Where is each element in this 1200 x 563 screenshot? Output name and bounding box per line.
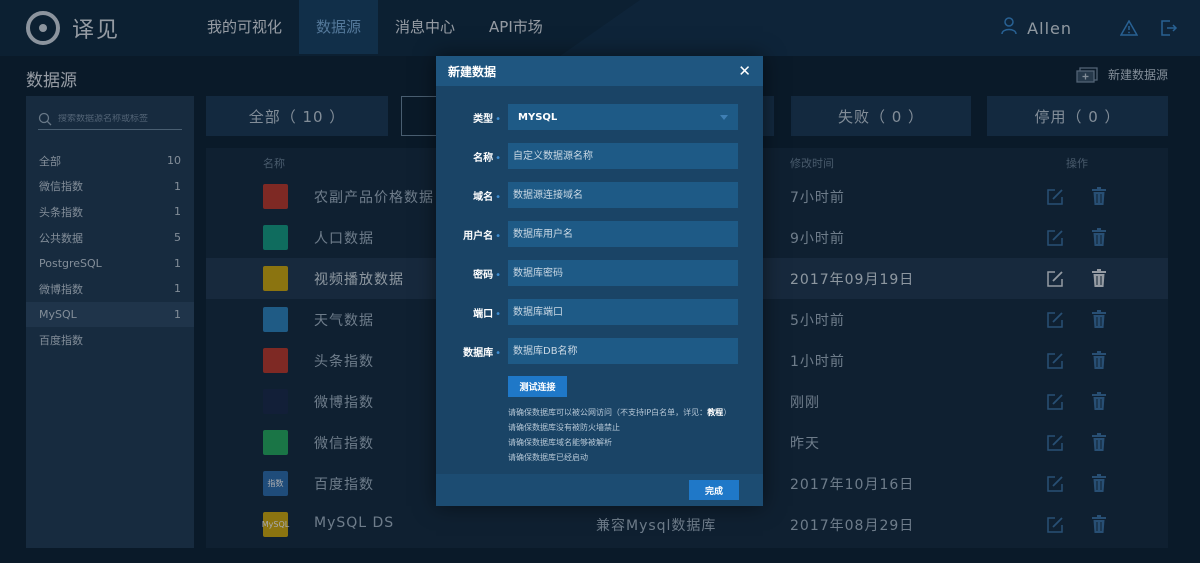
host-input[interactable] bbox=[508, 182, 738, 208]
form-label-username: 用户名 • bbox=[463, 231, 501, 242]
test-connection-button[interactable]: 测试连接 bbox=[508, 376, 567, 397]
database-input[interactable] bbox=[508, 338, 738, 364]
form-row-password: 密码 • bbox=[436, 260, 763, 286]
form-label-type: 类型 • bbox=[473, 114, 501, 125]
connection-tips: 请确保数据库可以被公网访问（不支持IP白名单，详见：教程） 请确保数据库没有被防… bbox=[508, 405, 731, 465]
modal-title: 新建数据 bbox=[448, 64, 497, 79]
form-row-port: 端口 • bbox=[436, 299, 763, 325]
form-row-username: 用户名 • bbox=[436, 221, 763, 247]
chevron-down-icon bbox=[720, 114, 728, 120]
tip-firewall: 请确保数据库没有被防火墙禁止 bbox=[508, 423, 620, 432]
close-icon[interactable]: ✕ bbox=[738, 62, 751, 80]
port-input[interactable] bbox=[508, 299, 738, 325]
tutorial-link[interactable]: 教程 bbox=[707, 408, 723, 417]
form-row-name: 名称 • bbox=[436, 143, 763, 169]
form-row-database: 数据库 • bbox=[436, 338, 763, 364]
type-select-value: MYSQL bbox=[518, 111, 558, 123]
new-data-modal: 新建数据 ✕ 类型• MYSQL 名称• 域名• 用户名• 密码• 端口• 数据… bbox=[436, 56, 763, 506]
tip-started: 请确保数据库已经启动 bbox=[508, 453, 588, 462]
tip-dns: 请确保数据库域名能够被解析 bbox=[508, 438, 612, 447]
modal-footer: 完成 bbox=[436, 474, 763, 506]
modal-header: 新建数据 ✕ bbox=[436, 56, 763, 86]
form-label-host: 域名 • bbox=[473, 192, 501, 203]
form-row-host: 域名 • bbox=[436, 182, 763, 208]
password-input[interactable] bbox=[508, 260, 738, 286]
form-label-port: 端口 • bbox=[473, 309, 501, 320]
form-label-name: 名称 • bbox=[473, 153, 501, 164]
form-row-type: 类型 • MYSQL bbox=[436, 104, 763, 130]
tip-public-access: 请确保数据库可以被公网访问（不支持IP白名单，详见：教程） bbox=[508, 408, 732, 417]
name-input[interactable] bbox=[508, 143, 738, 169]
form-label-password: 密码 • bbox=[473, 270, 501, 281]
form-label-database: 数据库 • bbox=[463, 348, 501, 359]
done-button[interactable]: 完成 bbox=[689, 480, 739, 500]
username-input[interactable] bbox=[508, 221, 738, 247]
type-select[interactable]: MYSQL bbox=[508, 104, 738, 130]
